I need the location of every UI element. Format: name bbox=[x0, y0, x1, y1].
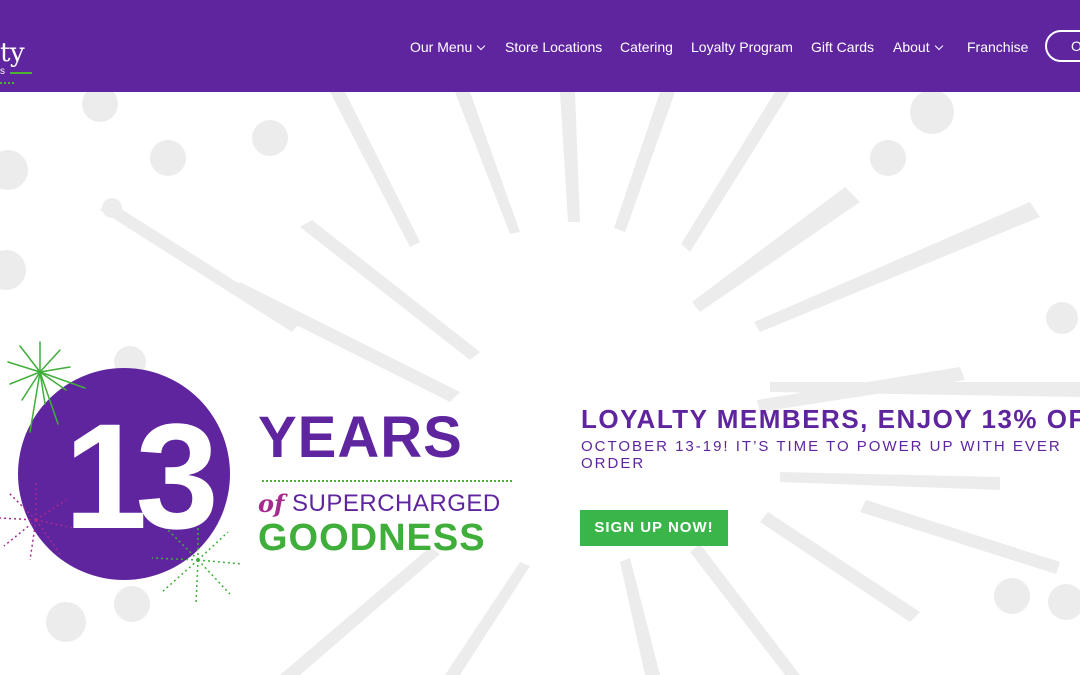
nav-franchise[interactable]: Franchise bbox=[967, 38, 1028, 56]
badge-supercharged: SUPERCHARGED bbox=[292, 490, 501, 517]
badge-divider bbox=[262, 480, 512, 482]
nav-about-label: About bbox=[893, 39, 930, 55]
badge-number: 13 bbox=[64, 392, 213, 560]
nav-about[interactable]: About bbox=[893, 38, 943, 56]
site-header: ty s Our Menu Store Locations Catering L… bbox=[0, 0, 1080, 92]
chevron-down-icon bbox=[477, 41, 486, 51]
main-nav: Our Menu Store Locations Catering Loyalt… bbox=[0, 0, 1080, 92]
promo-subtitle: OCTOBER 13-19! IT’S TIME TO POWER UP WIT… bbox=[581, 438, 1062, 472]
nav-loyalty-program[interactable]: Loyalty Program bbox=[691, 38, 793, 56]
sign-up-button[interactable]: SIGN UP NOW! bbox=[580, 510, 728, 546]
badge-artwork: 13 bbox=[0, 341, 243, 605]
badge-years: YEARS bbox=[258, 405, 463, 470]
nav-catering[interactable]: Catering bbox=[620, 38, 673, 56]
chevron-down-icon bbox=[934, 41, 943, 51]
nav-store-locations[interactable]: Store Locations bbox=[505, 38, 602, 56]
badge-goodness: GOODNESS bbox=[258, 517, 486, 559]
nav-our-menu[interactable]: Our Menu bbox=[410, 38, 486, 56]
order-button[interactable]: O bbox=[1045, 30, 1080, 62]
hero-banner: 13 YEARS of SUPERCHARGED GOODNESS LOYALT… bbox=[0, 92, 1080, 675]
badge-of: of bbox=[258, 489, 285, 518]
nav-our-menu-label: Our Menu bbox=[410, 39, 473, 55]
promo-title: LOYALTY MEMBERS, ENJOY 13% OF bbox=[581, 404, 1080, 434]
nav-gift-cards[interactable]: Gift Cards bbox=[811, 38, 874, 56]
